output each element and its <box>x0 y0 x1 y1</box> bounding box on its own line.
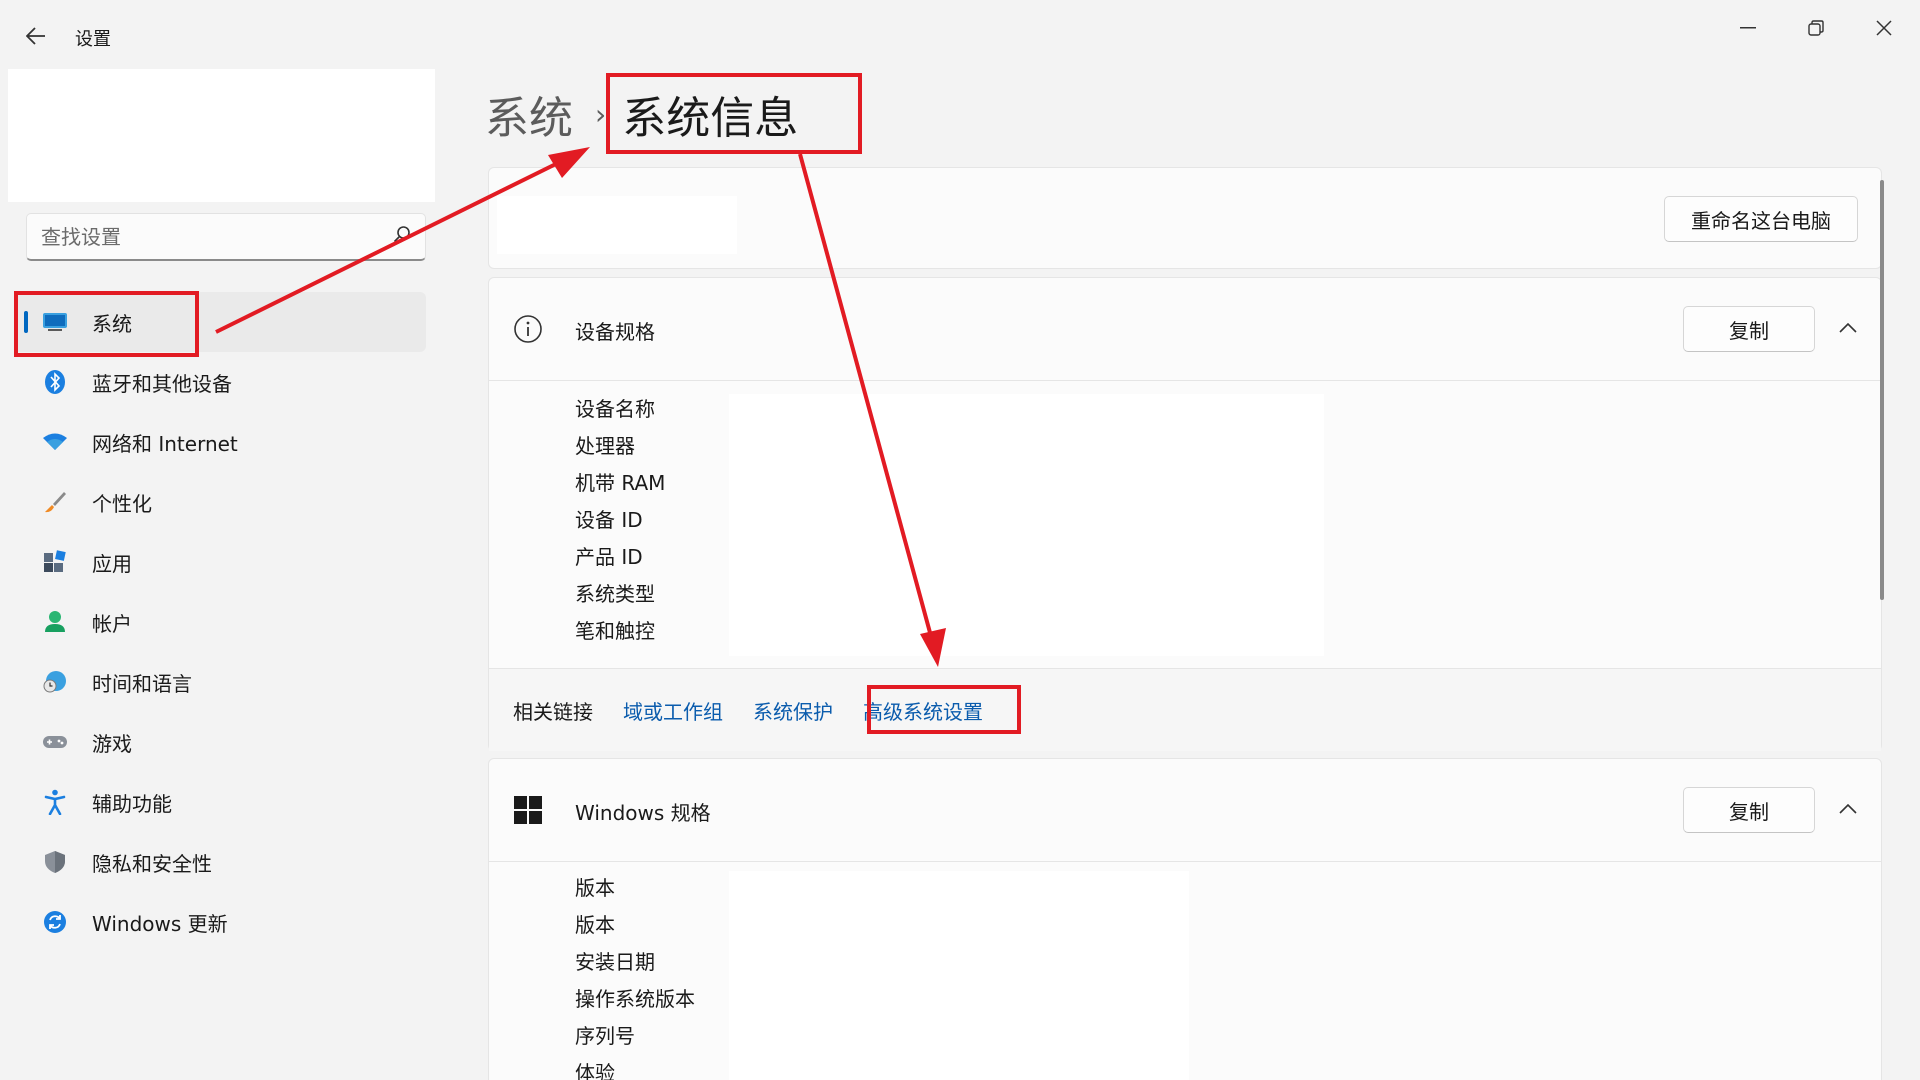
windows-logo-icon <box>513 795 543 825</box>
minimize-icon[interactable] <box>1718 8 1778 48</box>
spec-label: 机带 RAM <box>575 471 666 495</box>
title-bar: 设置 <box>0 0 1920 72</box>
device-spec-labels: 设备名称 处理器 机带 RAM 设备 ID 产品 ID 系统类型 笔和触控 <box>575 391 665 650</box>
nav-list: 系统 蓝牙和其他设备 网络和 Internet 个性化 应用 帐户 时间和语言 … <box>14 292 426 952</box>
apps-icon <box>42 549 68 575</box>
nav-item-network[interactable]: 网络和 Internet <box>14 412 426 472</box>
spec-label: 安装日期 <box>575 950 655 974</box>
device-name-redacted <box>497 196 737 254</box>
spec-label: 产品 ID <box>575 545 643 569</box>
windows-spec-values-redacted <box>729 871 1189 1080</box>
wifi-icon <box>42 429 68 455</box>
spec-label: 版本 <box>575 876 615 900</box>
spec-label: 系统类型 <box>575 582 655 606</box>
back-arrow-icon[interactable] <box>18 18 54 54</box>
spec-label: 版本 <box>575 913 615 937</box>
app-title: 设置 <box>75 29 111 50</box>
annotation-box-advanced-settings <box>867 685 1021 734</box>
rename-pc-button[interactable]: 重命名这台电脑 <box>1664 196 1858 242</box>
related-links-label: 相关链接 <box>513 699 593 724</box>
gamepad-icon <box>42 729 68 755</box>
device-specs-card: 设备规格 复制 设备名称 处理器 机带 RAM 设备 ID 产品 ID 系统类型… <box>488 277 1882 751</box>
device-specs-header[interactable]: 设备规格 复制 <box>489 278 1881 380</box>
device-name-card: 重命名这台电脑 <box>488 167 1882 269</box>
windows-spec-labels: 版本 版本 安装日期 操作系统版本 序列号 体验 <box>575 870 695 1080</box>
device-specs-title: 设备规格 <box>575 320 655 344</box>
spec-label: 体验 <box>575 1061 615 1080</box>
annotation-box-system-nav <box>14 291 199 357</box>
restore-icon[interactable] <box>1786 8 1846 48</box>
annotation-box-page-title <box>606 73 862 154</box>
windows-specs-header[interactable]: Windows 规格 复制 <box>489 759 1881 861</box>
nav-item-privacy[interactable]: 隐私和安全性 <box>14 832 426 892</box>
domain-workgroup-link[interactable]: 域或工作组 <box>623 696 723 725</box>
related-links-bar: 相关链接 域或工作组 系统保护 高级系统设置 <box>489 668 1881 751</box>
nav-item-apps[interactable]: 应用 <box>14 532 426 592</box>
brush-icon <box>42 489 68 515</box>
update-icon <box>42 909 68 935</box>
windows-specs-title: Windows 规格 <box>575 801 711 825</box>
nav-item-gaming[interactable]: 游戏 <box>14 712 426 772</box>
bluetooth-icon <box>42 369 68 395</box>
nav-item-windows-update[interactable]: Windows 更新 <box>14 892 426 952</box>
search-icon[interactable] <box>393 225 411 248</box>
breadcrumb-parent[interactable]: 系统 <box>485 82 573 146</box>
divider <box>489 861 1881 862</box>
windows-specs-card: Windows 规格 复制 版本 版本 安装日期 操作系统版本 序列号 体验 <box>488 758 1882 1080</box>
copy-windows-specs-button[interactable]: 复制 <box>1683 787 1815 833</box>
chevron-up-icon[interactable] <box>1839 314 1857 338</box>
device-spec-values-redacted <box>729 394 1324 656</box>
person-icon <box>42 609 68 635</box>
scrollbar[interactable] <box>1880 180 1884 600</box>
nav-item-accounts[interactable]: 帐户 <box>14 592 426 652</box>
copy-device-specs-button[interactable]: 复制 <box>1683 306 1815 352</box>
search-box[interactable] <box>26 213 426 261</box>
nav-item-accessibility[interactable]: 辅助功能 <box>14 772 426 832</box>
system-protection-link[interactable]: 系统保护 <box>753 696 833 725</box>
nav-item-time-language[interactable]: 时间和语言 <box>14 652 426 712</box>
spec-label: 处理器 <box>575 434 635 458</box>
spec-label: 序列号 <box>575 1024 635 1048</box>
divider <box>489 380 1881 381</box>
nav-item-personalization[interactable]: 个性化 <box>14 472 426 532</box>
accessibility-icon <box>42 789 68 815</box>
shield-icon <box>42 849 68 875</box>
globe-clock-icon <box>42 669 68 695</box>
spec-label: 操作系统版本 <box>575 987 695 1011</box>
spec-label: 设备名称 <box>575 397 655 421</box>
breadcrumb-chevron-icon: › <box>595 97 607 131</box>
spec-label: 设备 ID <box>575 508 643 532</box>
search-input[interactable] <box>41 224 393 249</box>
account-profile-card[interactable] <box>8 69 435 202</box>
spec-label: 笔和触控 <box>575 619 655 643</box>
info-icon <box>513 314 543 344</box>
close-icon[interactable] <box>1854 8 1914 48</box>
chevron-up-icon[interactable] <box>1839 795 1857 819</box>
nav-item-bluetooth[interactable]: 蓝牙和其他设备 <box>14 352 426 412</box>
